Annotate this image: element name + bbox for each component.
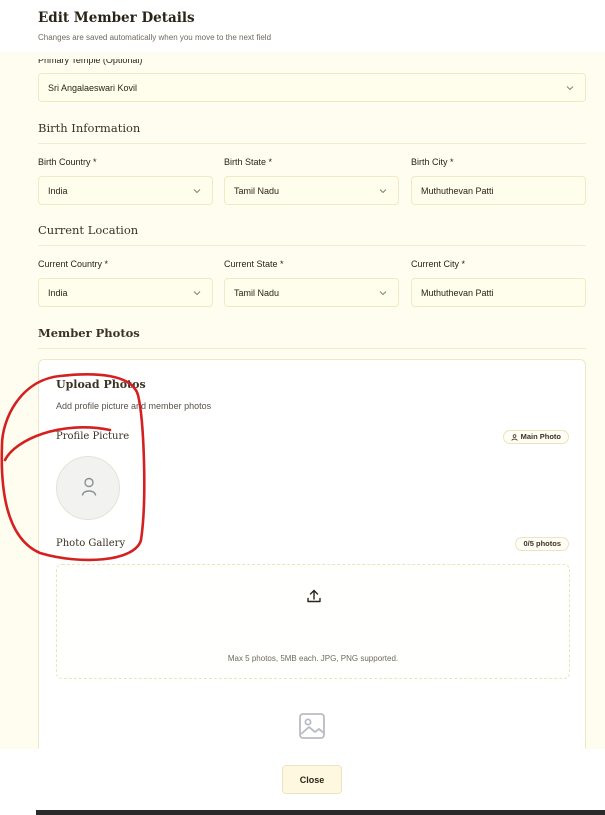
current-country-label: Current Country * <box>38 259 109 269</box>
upload-photos-title: Upload Photos <box>56 378 146 391</box>
birth-state-value: Tamil Nadu <box>234 186 280 196</box>
upload-photos-card: Upload Photos Add profile picture and me… <box>38 359 586 749</box>
photo-count-label: 0/5 photos <box>523 539 561 548</box>
birth-country-select[interactable]: India <box>38 176 213 205</box>
user-icon <box>511 433 518 441</box>
upload-photos-description: Add profile picture and member photos <box>56 401 212 411</box>
current-city-value: Muthuthevan Patti <box>421 288 494 298</box>
chevron-down-icon <box>193 291 201 296</box>
current-country-select[interactable]: India <box>38 278 213 307</box>
dialog-header: Edit Member Details Changes are saved au… <box>0 0 605 52</box>
upload-icon <box>307 589 321 603</box>
form-scroll-area[interactable]: Primary Temple (Optional) Sri Angalaeswa… <box>0 52 605 749</box>
chevron-down-icon <box>193 189 201 194</box>
main-photo-badge-label: Main Photo <box>520 432 561 441</box>
main-photo-badge: Main Photo <box>502 430 569 444</box>
chevron-down-icon <box>379 291 387 296</box>
current-city-input[interactable]: Muthuthevan Patti <box>411 278 586 307</box>
member-photos-heading: Member Photos <box>38 326 140 340</box>
birth-city-label: Birth City * <box>411 157 454 167</box>
divider <box>38 348 586 349</box>
chevron-down-icon <box>379 189 387 194</box>
current-city-label: Current City * <box>411 259 466 269</box>
current-state-select[interactable]: Tamil Nadu <box>224 278 399 307</box>
dialog-subtitle: Changes are saved automatically when you… <box>38 33 272 42</box>
primary-temple-value: Sri Angalaeswari Kovil <box>48 83 138 93</box>
birth-state-label: Birth State * <box>224 157 273 167</box>
current-location-heading: Current Location <box>38 223 139 237</box>
image-icon <box>299 713 325 739</box>
birth-info-heading: Birth Information <box>38 121 141 135</box>
birth-country-value: India <box>48 186 68 196</box>
birth-city-value: Muthuthevan Patti <box>421 186 494 196</box>
bottom-bar <box>36 810 605 815</box>
profile-picture-label: Profile Picture <box>56 431 130 442</box>
dropzone-note: Max 5 photos, 5MB each. JPG, PNG support… <box>227 654 399 663</box>
edit-member-dialog: Edit Member Details Changes are saved au… <box>0 0 605 815</box>
chevron-down-icon <box>566 86 574 91</box>
current-state-value: Tamil Nadu <box>234 288 280 298</box>
photo-count-badge: 0/5 photos <box>515 537 569 551</box>
profile-picture-upload[interactable] <box>56 456 120 520</box>
birth-state-select[interactable]: Tamil Nadu <box>224 176 399 205</box>
dialog-footer: Close <box>0 749 605 810</box>
birth-country-label: Birth Country * <box>38 157 97 167</box>
user-icon <box>81 477 97 496</box>
close-button[interactable]: Close <box>282 765 342 794</box>
photo-gallery-label: Photo Gallery <box>56 538 126 549</box>
primary-temple-select[interactable]: Sri Angalaeswari Kovil <box>38 73 586 102</box>
dialog-title: Edit Member Details <box>38 10 195 26</box>
current-country-value: India <box>48 288 68 298</box>
current-state-label: Current State * <box>224 259 284 269</box>
photo-gallery-dropzone[interactable]: Max 5 photos, 5MB each. JPG, PNG support… <box>56 564 570 679</box>
primary-temple-label: Primary Temple (Optional) <box>38 55 143 65</box>
birth-city-input[interactable]: Muthuthevan Patti <box>411 176 586 205</box>
divider <box>38 245 586 246</box>
divider <box>38 143 586 144</box>
